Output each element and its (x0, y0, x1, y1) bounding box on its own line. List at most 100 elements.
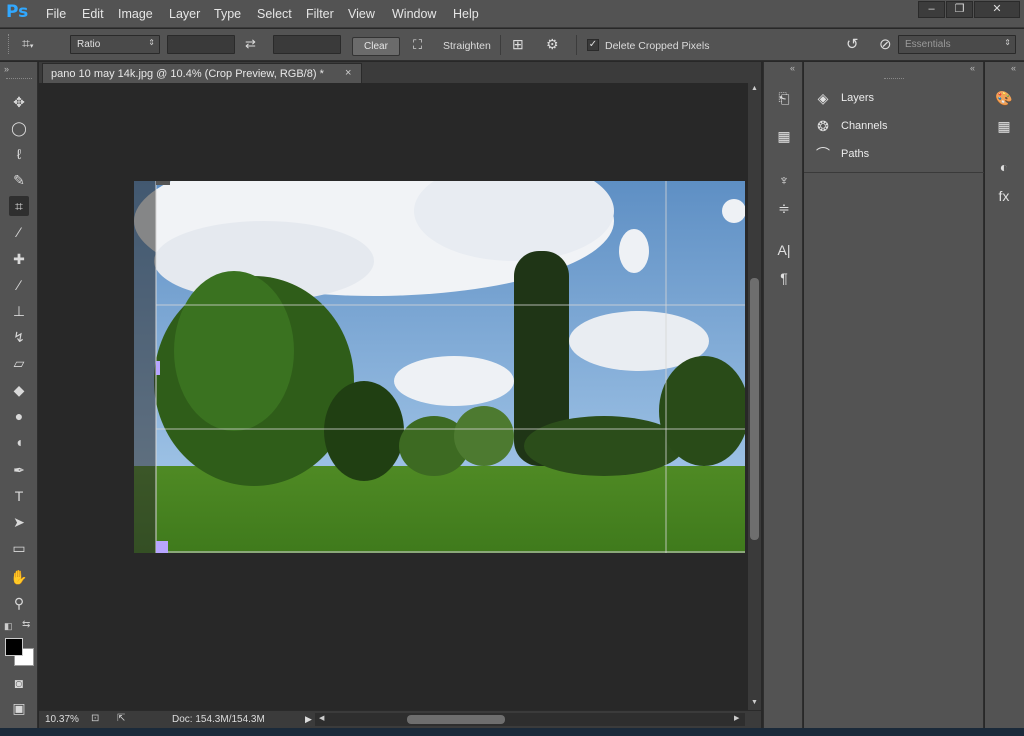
vertical-scrollbar[interactable]: ▲ ▼ (748, 83, 761, 710)
scroll-down-arrow-icon[interactable]: ▼ (751, 699, 758, 706)
delete-cropped-checkbox[interactable]: ✓ (587, 39, 599, 51)
brush-tool-icon[interactable]: ∕ (9, 275, 29, 295)
scroll-up-arrow-icon[interactable]: ▲ (751, 85, 758, 92)
menu-help[interactable]: Help (453, 7, 479, 21)
menu-type[interactable]: Type (214, 7, 241, 21)
status-menu-arrow-icon[interactable]: ▶ (305, 714, 312, 725)
color-panel-icon[interactable]: 🎨 (994, 88, 1014, 108)
collapse-icon[interactable]: « (970, 63, 975, 73)
divider (804, 172, 984, 173)
rectangle-tool-icon[interactable]: ▭ (9, 538, 29, 558)
crop-tool-preset-icon[interactable]: ⌗▾ (22, 35, 44, 53)
ratio-select[interactable]: Ratio ⇕ (70, 35, 160, 54)
overlay-grid-icon[interactable]: ⊞ (512, 36, 524, 53)
layers-panel-group: « ◈ Layers ❂ Channels ⌒ Paths (804, 62, 984, 728)
status-bar: 10.37% ⊡ ⇱ Doc: 154.3M/154.3M ▶ ◀ ▶ (39, 710, 761, 728)
ratio-select-value: Ratio (77, 39, 101, 50)
adjustments-panel-icon[interactable]: ◐ (994, 157, 1014, 177)
quick-selection-tool-icon[interactable]: ✎ (9, 170, 29, 190)
menu-image[interactable]: Image (118, 7, 153, 21)
gear-icon[interactable]: ⚙ (546, 36, 559, 53)
collapse-icon[interactable]: » (4, 64, 9, 74)
path-selection-tool-icon[interactable]: ➤ (9, 512, 29, 532)
divider (500, 35, 501, 55)
marquee-tool-icon[interactable]: ◯ (9, 118, 29, 138)
paragraph-panel-icon[interactable]: ¶ (774, 268, 794, 288)
properties-panel-icon[interactable]: ▦ (774, 126, 794, 146)
divider (576, 35, 577, 55)
scroll-right-arrow-icon[interactable]: ▶ (734, 714, 739, 722)
swap-colors-icon[interactable]: ⇆ (22, 619, 30, 630)
menu-select[interactable]: Select (257, 7, 292, 21)
crop-width-input[interactable] (167, 35, 235, 54)
eyedropper-tool-icon[interactable]: ⁄ (9, 222, 29, 242)
zoom-tool-icon[interactable]: ⚲ (9, 593, 29, 613)
paint-bucket-tool-icon[interactable]: ◆ (9, 380, 29, 400)
type-tool-icon[interactable]: T (9, 486, 29, 506)
pen-tool-icon[interactable]: ✒ (9, 460, 29, 480)
foreground-color-swatch[interactable] (5, 638, 23, 656)
paths-label: Paths (841, 148, 870, 160)
screen-mode-icon[interactable]: ▣ (9, 698, 29, 718)
os-taskbar (0, 728, 1024, 736)
healing-brush-tool-icon[interactable]: ✚ (9, 249, 29, 269)
swap-dimensions-icon[interactable]: ⇄ (245, 36, 256, 52)
styles-panel-icon[interactable]: fx (994, 186, 1014, 206)
layers-panel-tab[interactable]: ◈ Layers (812, 88, 982, 110)
default-colors-icon[interactable]: ◧ (4, 621, 13, 632)
status-view-icon[interactable]: ⊡ (91, 713, 99, 724)
dodge-tool-icon[interactable]: ◖ (9, 432, 29, 452)
eraser-tool-icon[interactable]: ▱ (9, 353, 29, 373)
menu-file[interactable]: File (46, 7, 66, 21)
hand-tool-icon[interactable]: ✋ (9, 567, 29, 587)
vertical-scroll-thumb[interactable] (750, 278, 759, 540)
clone-stamp-tool-icon[interactable]: ⊥ (9, 301, 29, 321)
paths-panel-tab[interactable]: ⌒ Paths (812, 144, 982, 166)
delete-cropped-label[interactable]: Delete Cropped Pixels (605, 40, 709, 52)
collapse-icon[interactable]: « (790, 63, 795, 73)
brush-panel-icon[interactable]: ≑ (774, 198, 794, 218)
channels-panel-tab[interactable]: ❂ Channels (812, 116, 982, 138)
menu-filter[interactable]: Filter (306, 7, 334, 21)
menu-edit[interactable]: Edit (82, 7, 104, 21)
share-icon[interactable]: ⇱ (117, 713, 125, 724)
menu-bar: Ps File Edit Image Layer Type Select Fil… (0, 0, 1024, 28)
options-bar: ⌗▾ Ratio ⇕ ⇄ Clear ⛶ Straighten ⊞ ⚙ ✓ De… (0, 29, 1024, 61)
menu-view[interactable]: View (348, 7, 375, 21)
panorama-image[interactable] (134, 181, 745, 553)
layers-label: Layers (841, 92, 875, 104)
cancel-icon[interactable]: ⊘ (879, 35, 892, 53)
brush-presets-panel-icon[interactable]: ♆ (774, 170, 794, 190)
document-info: Doc: 154.3M/154.3M (172, 714, 265, 725)
crop-tool-icon[interactable]: ⌗ (9, 196, 29, 216)
menu-layer[interactable]: Layer (169, 7, 200, 21)
swatches-panel-icon[interactable]: ▦ (994, 116, 1014, 136)
lasso-tool-icon[interactable]: ℓ (9, 144, 29, 164)
history-panel-icon[interactable]: ⎗ (774, 88, 794, 108)
photoshop-logo: Ps (6, 2, 29, 22)
horizontal-scroll-thumb[interactable] (407, 715, 505, 724)
history-brush-tool-icon[interactable]: ↯ (9, 327, 29, 347)
menu-window[interactable]: Window (392, 7, 436, 21)
character-panel-icon[interactable]: A| (774, 240, 794, 260)
straighten-icon[interactable]: ⛶ (413, 37, 422, 53)
crop-height-input[interactable] (273, 35, 341, 54)
close-icon[interactable]: × (345, 67, 351, 79)
layers-icon: ◈ (817, 90, 829, 106)
horizontal-scrollbar[interactable]: ◀ ▶ (315, 713, 745, 726)
minimize-button[interactable]: ‒ (918, 1, 945, 18)
collapse-icon[interactable]: « (1011, 63, 1016, 73)
close-window-button[interactable]: ✕ (974, 1, 1020, 18)
document-tab[interactable]: pano 10 may 14k.jpg @ 10.4% (Crop Previe… (42, 63, 362, 83)
blur-tool-icon[interactable]: ● (9, 406, 29, 426)
clear-button[interactable]: Clear (352, 37, 400, 56)
move-tool-icon[interactable]: ✥ (9, 92, 29, 112)
scroll-left-arrow-icon[interactable]: ◀ (319, 714, 324, 722)
workspace-select[interactable]: Essentials ⇕ (898, 35, 1016, 54)
zoom-level[interactable]: 10.37% (45, 714, 79, 725)
reset-icon[interactable]: ↺ (846, 35, 859, 53)
tools-panel: » ✥ ◯ ℓ ✎ ⌗ ⁄ ✚ ∕ ⊥ ↯ ▱ ◆ ● ◖ ✒ T ➤ ▭ ✋ … (0, 62, 38, 728)
quick-mask-icon[interactable]: ◙ (9, 673, 29, 693)
straighten-label[interactable]: Straighten (443, 40, 491, 52)
restore-button[interactable]: ❐ (946, 1, 973, 18)
